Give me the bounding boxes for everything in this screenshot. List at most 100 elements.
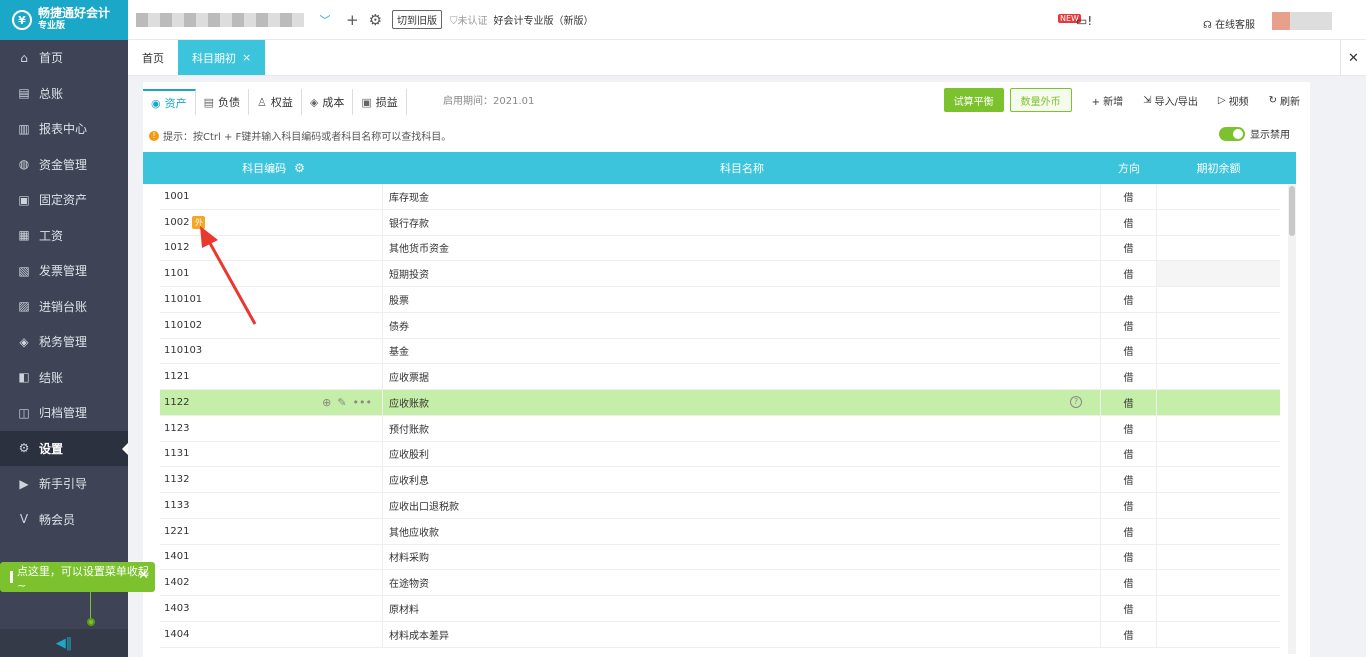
column-settings-gear-icon[interactable]: ⚙ <box>294 161 305 175</box>
add-icon[interactable]: + <box>346 11 359 29</box>
close-all-tabs-icon[interactable]: ✕ <box>1340 40 1366 76</box>
tip-close-icon[interactable]: ✕ <box>138 568 149 583</box>
table-row[interactable]: 1403 原材料 借 <box>160 596 1280 622</box>
table-row[interactable]: 1404 材料成本差异 借 <box>160 621 1280 648</box>
table-row[interactable]: 1221 其他应收款 借 <box>160 518 1280 545</box>
table-row[interactable]: 1121 应收票据 借 <box>160 364 1280 390</box>
toggle-switch[interactable] <box>1219 126 1245 141</box>
category-tab-1[interactable]: ▤ 负债 <box>196 89 250 115</box>
company-name-redacted[interactable] <box>136 12 304 27</box>
cell-balance-input[interactable] <box>1157 545 1280 570</box>
cell-name: 预付账款 <box>383 415 1101 441</box>
trial-balance-button[interactable]: 试算平衡 <box>943 88 1004 112</box>
sidebar-item-0[interactable]: ⌂ 首页 <box>0 40 128 76</box>
cell-balance-input[interactable] <box>1157 596 1280 621</box>
category-tab-4[interactable]: ▣ 损益 <box>353 89 407 115</box>
tab-home[interactable]: 首页 <box>128 40 178 75</box>
table-row[interactable]: 1002 外 银行存款 借 <box>160 209 1280 236</box>
start-period: 启用期间：2021.01 <box>443 96 535 107</box>
table-row[interactable]: 1101 短期投资 借 <box>160 261 1280 287</box>
cell-balance-input[interactable] <box>1157 622 1280 647</box>
table-row[interactable]: 1123 预付账款 借 <box>160 415 1280 442</box>
help-icon[interactable]: ? <box>1070 396 1082 408</box>
sidebar-item-4[interactable]: ▣ 固定资产 <box>0 182 128 218</box>
building-icon: ▣ <box>18 192 30 207</box>
notification-icon[interactable]: ▭! <box>1076 14 1092 28</box>
cell-balance-input[interactable] <box>1157 519 1280 544</box>
cell-code: 1401 <box>160 544 383 570</box>
cell-name: 库存现金 <box>383 184 1101 209</box>
cell-balance-input[interactable] <box>1157 570 1280 595</box>
video-button[interactable]: ▷ 视频 <box>1218 93 1249 108</box>
online-service-link[interactable]: ☊ 在线客服 <box>1203 16 1255 31</box>
cell-name: 基金 <box>383 338 1101 364</box>
refresh-button[interactable]: ↻ 刷新 <box>1269 93 1300 108</box>
category-tab-2[interactable]: ♙ 权益 <box>249 89 302 115</box>
cell-name: 债券 <box>383 312 1101 338</box>
cert-status[interactable]: ⛉未认证 <box>450 12 488 27</box>
cell-balance-input[interactable] <box>1157 236 1280 261</box>
sidebar-collapse-button[interactable]: ◀‖ <box>0 629 128 657</box>
table-row[interactable]: 110102 债券 借 <box>160 312 1280 339</box>
cell-balance-input[interactable] <box>1157 364 1280 389</box>
cell-balance-input[interactable] <box>1157 390 1280 415</box>
edit-icon[interactable]: ✎ <box>337 396 346 409</box>
category-tab-3[interactable]: ◈ 成本 <box>302 89 354 115</box>
sidebar-item-9[interactable]: ◧ 结账 <box>0 360 128 396</box>
cell-code: 110103 <box>160 338 383 364</box>
table-row[interactable]: 1401 材料采购 借 <box>160 544 1280 571</box>
table-row[interactable]: 110103 基金 借 <box>160 338 1280 365</box>
cell-balance-input[interactable] <box>1157 261 1280 286</box>
header-balance: 期初余额 <box>1196 162 1241 175</box>
sidebar-item-11[interactable]: ⚙ 设置 <box>0 430 128 466</box>
tab-close-icon[interactable]: × <box>242 51 251 64</box>
logo[interactable]: ¥ 畅捷通好会计 专业版 <box>0 0 128 40</box>
scrollbar-thumb[interactable] <box>1289 186 1295 236</box>
sidebar-item-12[interactable]: ▶ 新手引导 <box>0 466 128 502</box>
sidebar-item-13[interactable]: V 畅会员 <box>0 502 128 538</box>
add-sub-icon[interactable]: ⊕ <box>322 396 331 409</box>
cell-balance-input[interactable] <box>1157 287 1280 312</box>
cell-name: 应收股利 <box>383 441 1101 467</box>
switch-old-version-button[interactable]: 切到旧版 <box>392 10 443 29</box>
cell-balance-input[interactable] <box>1157 210 1280 235</box>
sidebar-item-3[interactable]: ◍ 资金管理 <box>0 147 128 183</box>
sidebar-item-label: 设置 <box>39 441 64 456</box>
table-row[interactable]: 1133 应收出口退税款 借 <box>160 493 1280 519</box>
show-disabled-toggle[interactable]: 显示禁用 <box>1219 126 1290 141</box>
sidebar-item-2[interactable]: ▥ 报表中心 <box>0 111 128 147</box>
category-tab-0[interactable]: ◉ 资产 <box>143 89 196 115</box>
cell-balance-input[interactable] <box>1157 416 1280 441</box>
table-row[interactable]: 1132 应收利息 借 <box>160 467 1280 493</box>
table-row[interactable]: 1131 应收股利 借 <box>160 441 1280 468</box>
table-row[interactable]: 110101 股票 借 <box>160 287 1280 313</box>
sidebar-item-10[interactable]: ◫ 归档管理 <box>0 395 128 431</box>
table-scrollbar[interactable] <box>1288 184 1296 654</box>
import-export-button[interactable]: ⇲ 导入/导出 <box>1143 93 1198 108</box>
settings-gear-icon[interactable]: ⚙ <box>369 11 382 29</box>
table-row[interactable]: 1001 库存现金 借 <box>160 184 1280 210</box>
cell-balance-input[interactable] <box>1157 442 1280 467</box>
cell-code: 1131 <box>160 441 383 467</box>
tab-account-opening[interactable]: 科目期初 × <box>178 40 266 75</box>
table-row[interactable]: 1122 ⊕ ✎ ••• 应收账款? 借 <box>160 390 1280 416</box>
annotation-arrow <box>200 226 257 325</box>
sidebar-item-label: 资金管理 <box>39 157 88 172</box>
table-row[interactable]: 1402 在途物资 借 <box>160 570 1280 596</box>
chevron-down-icon[interactable]: ﹀ <box>314 12 336 28</box>
cell-balance-input[interactable] <box>1157 184 1280 209</box>
sidebar-item-6[interactable]: ▧ 发票管理 <box>0 253 128 289</box>
qty-foreign-button[interactable]: 数量外币 <box>1009 88 1072 112</box>
table-row[interactable]: 1012 其他货币资金 借 <box>160 235 1280 262</box>
sidebar-item-8[interactable]: ◈ 税务管理 <box>0 324 128 360</box>
add-button[interactable]: + 新增 <box>1092 93 1124 108</box>
more-icon[interactable]: ••• <box>353 396 372 409</box>
sidebar-item-1[interactable]: ▤ 总账 <box>0 76 128 112</box>
sidebar-item-7[interactable]: ▨ 进销台账 <box>0 289 128 325</box>
sidebar-item-5[interactable]: ▦ 工资 <box>0 218 128 254</box>
avatar[interactable] <box>1272 12 1332 30</box>
cell-balance-input[interactable] <box>1157 339 1280 364</box>
cell-balance-input[interactable] <box>1157 493 1280 518</box>
cell-balance-input[interactable] <box>1157 313 1280 338</box>
cell-balance-input[interactable] <box>1157 467 1280 492</box>
